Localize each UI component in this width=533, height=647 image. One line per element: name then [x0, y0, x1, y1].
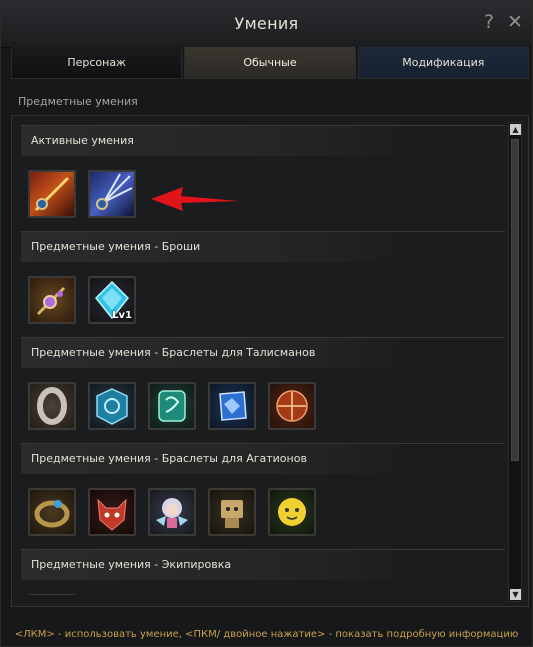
scroll-thumb[interactable]	[511, 139, 519, 461]
agathion-yellow-star-icon[interactable]	[268, 488, 316, 536]
agathion-red-demon-icon[interactable]	[88, 488, 136, 536]
help-button[interactable]: ?	[478, 11, 500, 33]
close-button[interactable]: ✕	[504, 11, 526, 33]
section-caption: Предметные умения	[18, 95, 138, 108]
active-skill-sword-beam-icon[interactable]	[28, 170, 76, 218]
skill-group-agathion-bracelets: Предметные умения - Браслеты для Агатион…	[21, 443, 505, 549]
skill-group-talisman-bracelets: Предметные умения - Браслеты для Талисма…	[21, 337, 505, 443]
footer-hint: <ЛКМ> - использовать умение, <ПКМ/ двойн…	[14, 629, 519, 640]
group-header: Предметные умения - Браслеты для Агатион…	[21, 443, 505, 474]
group-header: Предметные умения - Браслеты для Талисма…	[21, 337, 505, 368]
active-skill-sword-burst-icon[interactable]	[88, 170, 136, 218]
skills-window: Умения ? ✕ Персонаж Обычные Модификация …	[0, 0, 533, 647]
skill-group-equipment: Предметные умения - Экипировка	[21, 549, 505, 595]
skill-list[interactable]: Активные умения Предметные умения - Брош…	[21, 125, 505, 595]
title-bar[interactable]: Умения ? ✕	[1, 1, 532, 48]
group-header: Предметные умения - Экипировка	[21, 549, 505, 580]
group-header: Активные умения	[21, 125, 505, 156]
tab-modification[interactable]: Модификация	[357, 47, 529, 79]
equipment-item-icon[interactable]	[28, 594, 76, 595]
agathion-box-robot-icon[interactable]	[208, 488, 256, 536]
tab-general[interactable]: Обычные	[184, 47, 356, 79]
red-arrow-annotation	[151, 187, 239, 211]
tab-bar: Персонаж Обычные Модификация	[11, 47, 531, 81]
skills-panel: Активные умения Предметные умения - Брош…	[11, 115, 529, 607]
scrollbar[interactable]: ▲ ▼	[508, 122, 522, 602]
skill-group-active: Активные умения	[21, 125, 505, 231]
scroll-down-icon[interactable]: ▼	[510, 589, 521, 600]
level-badge: Lv1	[112, 310, 132, 321]
agathion-fairy-girl-icon[interactable]	[148, 488, 196, 536]
scroll-up-icon[interactable]: ▲	[510, 124, 521, 135]
talisman-blue-rune-icon[interactable]	[88, 382, 136, 430]
talisman-green-rune-icon[interactable]	[148, 382, 196, 430]
brooch-blue-gem-icon[interactable]: Lv1	[88, 276, 136, 324]
bracelet-silver-icon[interactable]	[28, 382, 76, 430]
window-title: Умения	[234, 14, 299, 33]
talisman-red-rune-icon[interactable]	[268, 382, 316, 430]
agathion-bracelet-icon[interactable]	[28, 488, 76, 536]
group-header: Предметные умения - Броши	[21, 231, 505, 262]
skill-group-brooches: Предметные умения - Броши Lv1	[21, 231, 505, 337]
brooch-purple-icon[interactable]	[28, 276, 76, 324]
talisman-blue-crystal-icon[interactable]	[208, 382, 256, 430]
tab-character[interactable]: Персонаж	[11, 47, 183, 79]
